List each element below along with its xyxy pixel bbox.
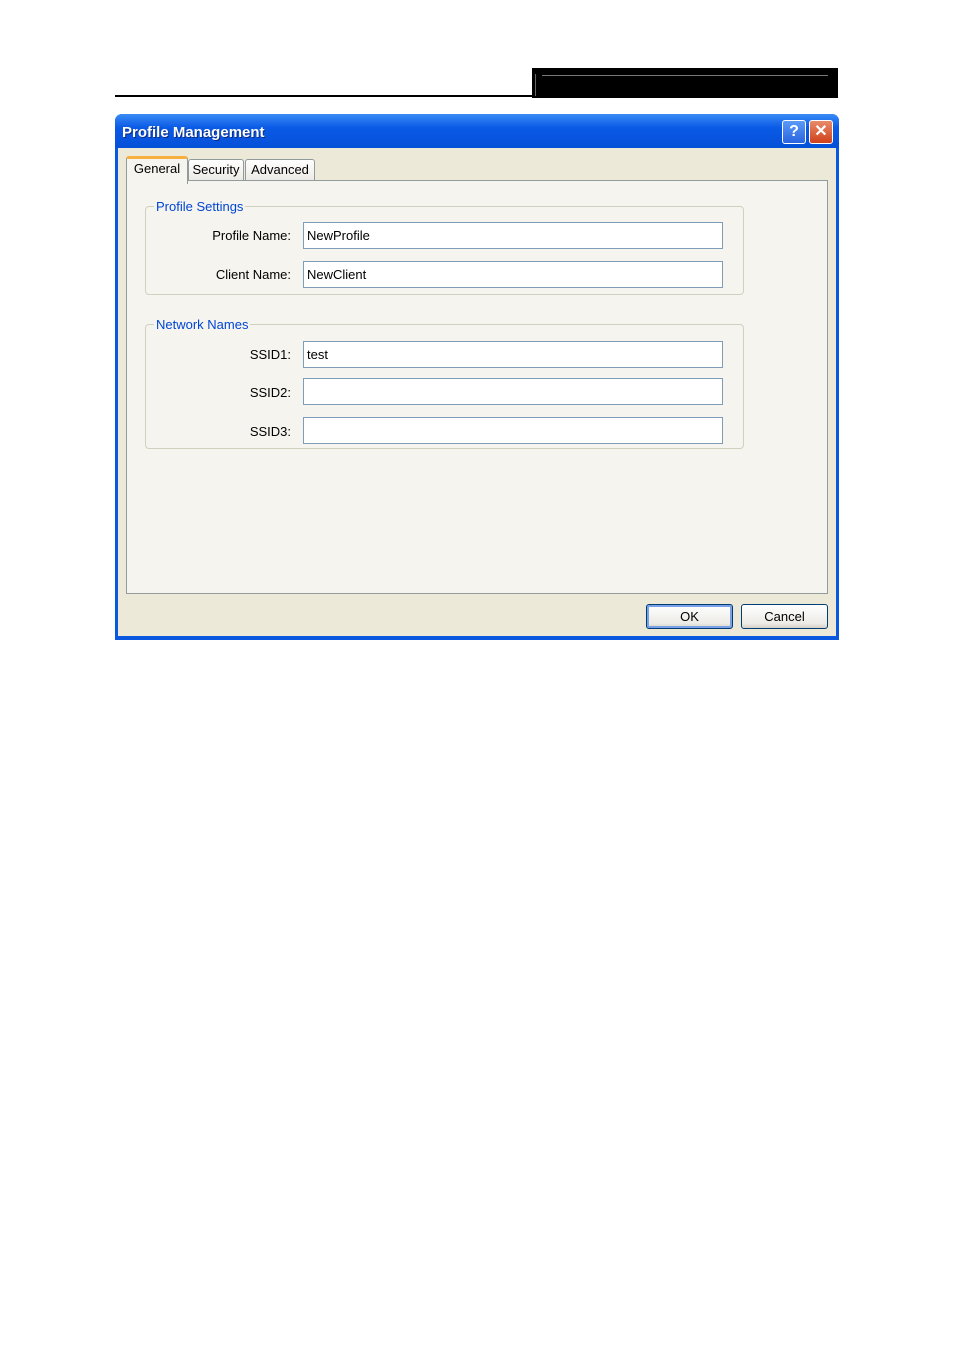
tab-advanced[interactable]: Advanced: [245, 159, 315, 180]
profile-settings-legend: Profile Settings: [156, 199, 244, 214]
network-names-legend: Network Names: [156, 317, 249, 332]
tab-panel-general: Profile Settings Profile Name: Client Na…: [126, 180, 828, 594]
client-name-input[interactable]: [303, 261, 723, 288]
ssid1-input[interactable]: [303, 341, 723, 368]
profile-name-label: Profile Name:: [212, 228, 291, 243]
close-icon[interactable]: ✕: [809, 120, 833, 144]
ssid2-label: SSID2:: [249, 385, 291, 400]
client-name-label: Client Name:: [215, 267, 291, 282]
header-black-bar: [532, 68, 838, 98]
ssid1-label: SSID1:: [249, 347, 291, 362]
help-icon[interactable]: ?: [782, 120, 806, 144]
tab-security[interactable]: Security: [188, 159, 244, 180]
tab-general[interactable]: General: [126, 156, 188, 184]
profile-name-input[interactable]: [303, 222, 723, 249]
ssid3-label: SSID3:: [249, 424, 291, 439]
profile-management-dialog: Profile Management ? ✕ General Security …: [115, 114, 839, 640]
title-bar[interactable]: Profile Management ? ✕: [115, 114, 839, 148]
dialog-body: General Security Advanced Profile Settin…: [118, 148, 836, 636]
cancel-button[interactable]: Cancel: [741, 604, 828, 629]
window-title: Profile Management: [122, 124, 265, 141]
ssid2-input[interactable]: [303, 378, 723, 405]
ok-button[interactable]: OK: [646, 604, 733, 629]
header-rule: [115, 95, 533, 97]
ssid3-input[interactable]: [303, 417, 723, 444]
